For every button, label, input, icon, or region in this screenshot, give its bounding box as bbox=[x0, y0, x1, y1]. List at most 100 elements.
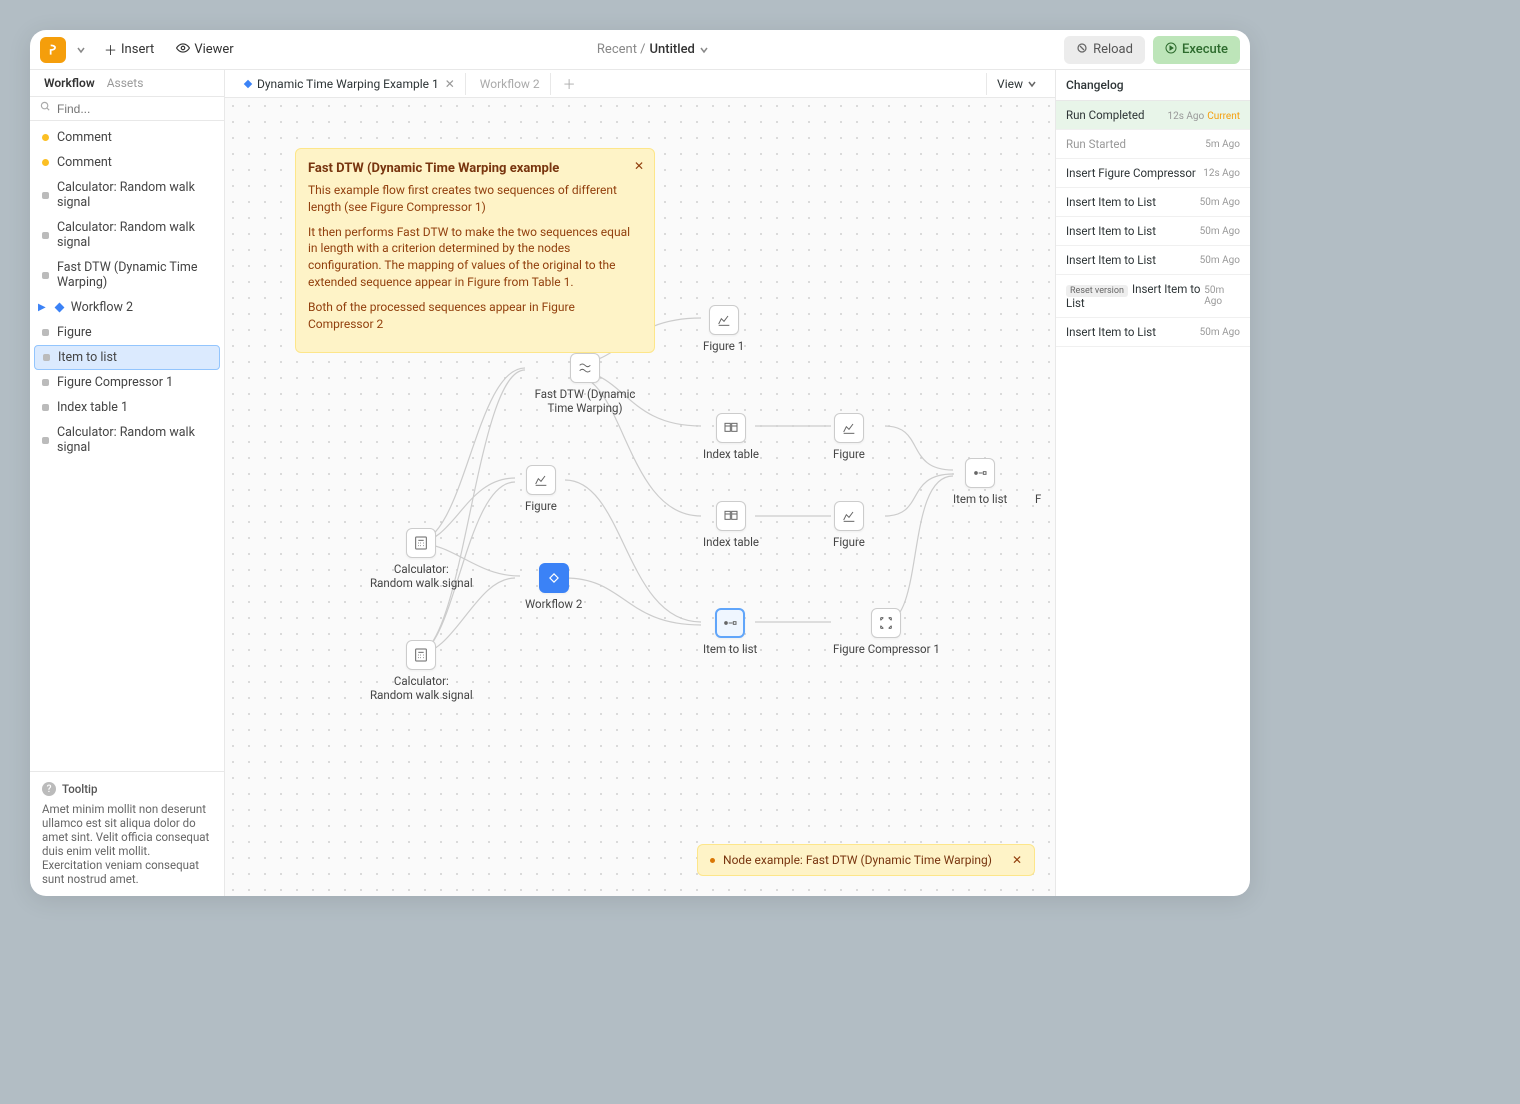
comment-icon bbox=[42, 159, 49, 166]
changelog-item[interactable]: Insert Item to List50m Ago bbox=[1056, 246, 1250, 275]
node-icon bbox=[43, 354, 50, 361]
list-icon bbox=[965, 458, 995, 488]
workflow-icon bbox=[244, 79, 252, 87]
changelog-item[interactable]: Insert Figure Compressor12s Ago bbox=[1056, 159, 1250, 188]
toast: Node example: Fast DTW (Dynamic Time War… bbox=[697, 844, 1035, 876]
calculator-icon bbox=[406, 640, 436, 670]
sidebar-item-workflow[interactable]: ▶Workflow 2 bbox=[30, 295, 224, 320]
search-input[interactable] bbox=[57, 102, 214, 116]
node-workflow[interactable]: Workflow 2 bbox=[525, 563, 582, 612]
tooltip-body: Amet minim mollit non deserunt ullamco e… bbox=[42, 802, 212, 886]
execute-button[interactable]: Execute bbox=[1153, 36, 1240, 64]
node-figure[interactable]: Figure bbox=[833, 413, 865, 462]
node-icon bbox=[42, 232, 49, 239]
node-calculator[interactable]: Calculator: Random walk signal bbox=[370, 640, 473, 703]
list-icon bbox=[715, 608, 745, 638]
breadcrumb[interactable]: Recent / Untitled bbox=[250, 42, 1056, 57]
sidebar-list: Comment Comment Calculator: Random walk … bbox=[30, 121, 224, 771]
main-area: Dynamic Time Warping Example 1 ✕ Workflo… bbox=[225, 70, 1055, 896]
sidebar-tab-assets[interactable]: Assets bbox=[101, 70, 150, 96]
compressor-icon bbox=[871, 608, 901, 638]
help-icon: ? bbox=[42, 782, 56, 796]
table-icon bbox=[716, 501, 746, 531]
node-icon bbox=[42, 404, 49, 411]
sidebar-item-node[interactable]: Index table 1 bbox=[30, 395, 224, 420]
tooltip-panel: ?Tooltip Amet minim mollit non deserunt … bbox=[30, 771, 224, 896]
changelog-item[interactable]: Run Completed 12s AgoCurrent bbox=[1056, 101, 1250, 130]
add-tab-button[interactable]: ＋ bbox=[555, 74, 584, 93]
node-icon bbox=[42, 379, 49, 386]
sidebar-tab-workflow[interactable]: Workflow bbox=[38, 70, 101, 96]
eye-icon bbox=[176, 41, 190, 59]
sidebar-item-node[interactable]: Figure bbox=[30, 320, 224, 345]
sidebar-item-node[interactable]: Figure Compressor 1 bbox=[30, 370, 224, 395]
search-icon bbox=[40, 101, 51, 116]
view-button[interactable]: View bbox=[986, 73, 1047, 95]
canvas[interactable]: ✕ Fast DTW (Dynamic Time Warping example… bbox=[225, 98, 1055, 896]
chevron-right-icon: ▶ bbox=[38, 302, 46, 313]
tab-inactive[interactable]: Workflow 2 bbox=[470, 73, 551, 95]
play-icon bbox=[1165, 42, 1177, 58]
node-cutoff[interactable]: F bbox=[1035, 488, 1041, 507]
bullet-icon bbox=[710, 858, 715, 863]
dtw-icon bbox=[570, 353, 600, 383]
sidebar-item-selected[interactable]: Item to list bbox=[34, 345, 220, 370]
changelog-item[interactable]: Insert Item to List50m Ago bbox=[1056, 217, 1250, 246]
app-logo[interactable] bbox=[40, 37, 66, 63]
chart-icon bbox=[834, 501, 864, 531]
info-title: Fast DTW (Dynamic Time Warping example bbox=[308, 161, 642, 176]
tab-bar: Dynamic Time Warping Example 1 ✕ Workflo… bbox=[225, 70, 1055, 98]
sidebar-search[interactable] bbox=[30, 97, 224, 121]
workflow-icon bbox=[539, 563, 569, 593]
app-window: ＋ Insert Viewer Recent / Untitled Reload bbox=[30, 30, 1250, 896]
comment-icon bbox=[42, 134, 49, 141]
sidebar-item-node[interactable]: Calculator: Random walk signal bbox=[30, 175, 224, 215]
changelog-item[interactable]: Insert Item to List50m Ago bbox=[1056, 188, 1250, 217]
chart-icon bbox=[526, 465, 556, 495]
node-indextable[interactable]: Index table bbox=[703, 413, 759, 462]
node-calculator[interactable]: Calculator: Random walk signal bbox=[370, 528, 473, 591]
changelog-item[interactable]: Insert Item to List50m Ago bbox=[1056, 318, 1250, 347]
info-box: ✕ Fast DTW (Dynamic Time Warping example… bbox=[295, 148, 655, 353]
reload-icon bbox=[1076, 42, 1088, 58]
changelog-item[interactable]: Reset versionInsert Item to List50m Ago bbox=[1056, 275, 1250, 318]
close-icon[interactable]: ✕ bbox=[634, 159, 644, 173]
sidebar-item-node[interactable]: Fast DTW (Dynamic Time Warping) bbox=[30, 255, 224, 295]
node-indextable[interactable]: Index table bbox=[703, 501, 759, 550]
left-sidebar: Workflow Assets Comment Comment Calculat… bbox=[30, 70, 225, 896]
calculator-icon bbox=[406, 528, 436, 558]
viewer-button[interactable]: Viewer bbox=[168, 37, 241, 63]
workflow-icon bbox=[54, 303, 64, 313]
node-itemtolist[interactable]: Item to list bbox=[953, 458, 1007, 507]
close-icon[interactable]: ✕ bbox=[1012, 853, 1022, 867]
changelog-item[interactable]: Run Started5m Ago bbox=[1056, 130, 1250, 159]
logo-dropdown[interactable] bbox=[72, 41, 90, 59]
sidebar-item-node[interactable]: Calculator: Random walk signal bbox=[30, 420, 224, 460]
node-figure1[interactable]: Figure 1 bbox=[703, 305, 744, 354]
node-figure[interactable]: Figure bbox=[525, 465, 557, 514]
node-icon bbox=[42, 437, 49, 444]
node-icon bbox=[42, 272, 49, 279]
node-figurecompressor[interactable]: Figure Compressor 1 bbox=[833, 608, 940, 657]
chevron-down-icon bbox=[1027, 79, 1037, 89]
chart-icon bbox=[834, 413, 864, 443]
node-fastdtw[interactable]: Fast DTW (Dynamic Time Warping) bbox=[525, 353, 645, 416]
reload-button[interactable]: Reload bbox=[1064, 36, 1145, 64]
node-figure[interactable]: Figure bbox=[833, 501, 865, 550]
sidebar-item-comment[interactable]: Comment bbox=[30, 125, 224, 150]
changelog-panel: Changelog Run Completed 12s AgoCurrent R… bbox=[1055, 70, 1250, 896]
plus-icon: ＋ bbox=[104, 40, 117, 59]
changelog-title: Changelog bbox=[1056, 70, 1250, 101]
insert-button[interactable]: ＋ Insert bbox=[96, 36, 162, 63]
node-icon bbox=[42, 192, 49, 199]
top-bar: ＋ Insert Viewer Recent / Untitled Reload bbox=[30, 30, 1250, 70]
node-icon bbox=[42, 329, 49, 336]
sidebar-item-comment[interactable]: Comment bbox=[30, 150, 224, 175]
chart-icon bbox=[709, 305, 739, 335]
chevron-down-icon bbox=[699, 45, 709, 55]
table-icon bbox=[716, 413, 746, 443]
node-itemtolist-selected[interactable]: Item to list bbox=[703, 608, 757, 657]
tab-active[interactable]: Dynamic Time Warping Example 1 ✕ bbox=[233, 73, 466, 95]
sidebar-item-node[interactable]: Calculator: Random walk signal bbox=[30, 215, 224, 255]
close-icon[interactable]: ✕ bbox=[445, 77, 455, 91]
